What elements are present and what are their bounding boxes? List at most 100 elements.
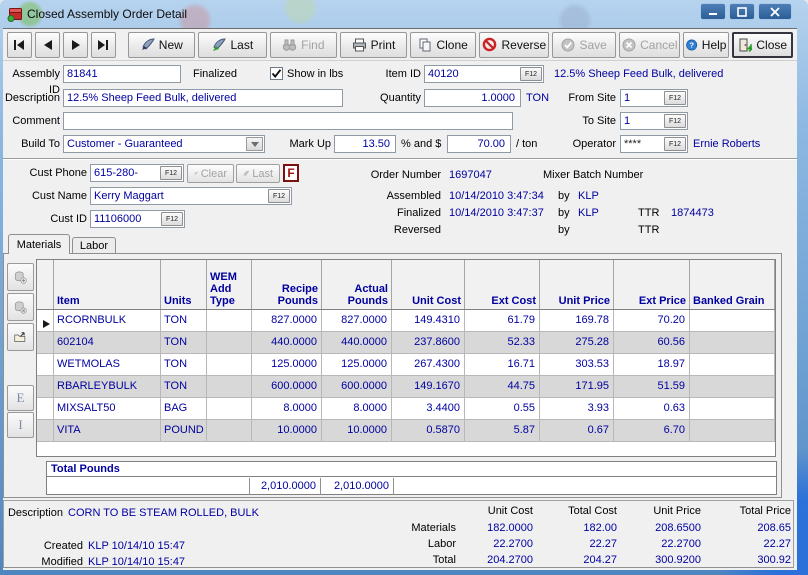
grid-cell[interactable]: 125.0000 (252, 354, 322, 376)
find-button[interactable]: Find (270, 32, 338, 58)
grid-cell[interactable]: 440.0000 (252, 332, 322, 354)
grid-cell[interactable] (207, 420, 252, 442)
grid-cell[interactable] (690, 420, 775, 442)
comment-field[interactable] (63, 112, 513, 130)
grid-cell[interactable]: 600.0000 (322, 376, 392, 398)
e-button[interactable]: E (7, 385, 34, 411)
grid-cell[interactable]: MIXSALT50 (54, 398, 161, 420)
grid-cell[interactable]: 3.4400 (392, 398, 465, 420)
grid-cell[interactable]: POUND (161, 420, 207, 442)
column-header[interactable]: Ext Cost (465, 260, 540, 309)
delete-record-button[interactable] (7, 293, 34, 321)
to-site-field[interactable]: 1 F12 (620, 112, 688, 130)
nav-next-button[interactable] (63, 32, 88, 58)
item-id-f12-button[interactable]: F12 (520, 67, 542, 81)
operator-field[interactable]: **** F12 (620, 135, 688, 153)
last-button[interactable]: Last (198, 32, 266, 58)
grid-cell[interactable] (207, 310, 252, 332)
grid-cell[interactable] (690, 376, 775, 398)
grid-cell[interactable]: 0.5870 (392, 420, 465, 442)
from-site-f12-button[interactable]: F12 (664, 91, 686, 105)
column-header[interactable]: Recipe Pounds (252, 260, 322, 309)
dropdown-button[interactable] (246, 137, 263, 151)
nav-first-button[interactable] (7, 32, 32, 58)
grid-row[interactable]: VITAPOUND10.000010.00000.58705.870.676.7… (37, 420, 775, 442)
from-site-field[interactable]: 1 F12 (620, 89, 688, 107)
grid-cell[interactable] (690, 398, 775, 420)
grid-cell[interactable]: 149.4310 (392, 310, 465, 332)
grid-cell[interactable]: 18.97 (614, 354, 690, 376)
row-selector-cell[interactable] (37, 332, 54, 354)
cancel-button[interactable]: Cancel (619, 32, 680, 58)
clear-button[interactable]: Clear (187, 164, 234, 183)
maximize-button[interactable] (729, 3, 755, 20)
minimize-button[interactable] (700, 3, 726, 20)
assembly-id-field[interactable]: 81841 (63, 65, 181, 83)
cust-name-f12-button[interactable]: F12 (268, 189, 290, 203)
column-header[interactable]: WEM Add Type (207, 260, 252, 309)
new-button[interactable]: New (128, 32, 196, 58)
row-selector-cell[interactable] (37, 376, 54, 398)
grid-cell[interactable]: 70.20 (614, 310, 690, 332)
grid-cell[interactable] (690, 332, 775, 354)
grid-cell[interactable]: RCORNBULK (54, 310, 161, 332)
f-flag-button[interactable]: F (283, 164, 299, 182)
close-window-button[interactable] (758, 3, 792, 20)
grid-cell[interactable] (207, 376, 252, 398)
grid-cell[interactable] (207, 398, 252, 420)
grid-cell[interactable]: 52.33 (465, 332, 540, 354)
grid-cell[interactable]: 169.78 (540, 310, 614, 332)
grid-cell[interactable] (207, 354, 252, 376)
cust-phone-f12-button[interactable]: F12 (160, 166, 182, 180)
row-selector-cell[interactable] (37, 420, 54, 442)
grid-row[interactable]: MIXSALT50BAG8.00008.00003.44000.553.930.… (37, 398, 775, 420)
mark-up-percent-field[interactable]: 13.50 (334, 135, 396, 153)
cust-id-f12-button[interactable]: F12 (161, 212, 183, 226)
grid-cell[interactable]: 61.79 (465, 310, 540, 332)
grid-cell[interactable]: 171.95 (540, 376, 614, 398)
grid-cell[interactable]: 602104 (54, 332, 161, 354)
i-button[interactable]: I (7, 412, 34, 438)
column-header[interactable]: Unit Cost (392, 260, 465, 309)
grid-cell[interactable]: TON (161, 376, 207, 398)
column-header[interactable]: Banked Grain (690, 260, 775, 309)
cust-phone-field[interactable]: 615-280-5112 F12 (90, 164, 184, 182)
grid-row[interactable]: RCORNBULKTON827.0000827.0000149.431061.7… (37, 310, 775, 332)
mark-up-amount-field[interactable]: 70.00 (447, 135, 511, 153)
save-button[interactable]: Save (552, 32, 616, 58)
grid-cell[interactable]: 44.75 (465, 376, 540, 398)
grid-cell[interactable]: WETMOLAS (54, 354, 161, 376)
nav-last-button[interactable] (91, 32, 116, 58)
grid-cell[interactable]: 10.0000 (252, 420, 322, 442)
grid-row[interactable]: RBARLEYBULKTON600.0000600.0000149.167044… (37, 376, 775, 398)
item-id-field[interactable]: 40120 F12 (424, 65, 544, 83)
grid-cell[interactable]: 125.0000 (322, 354, 392, 376)
grid-cell[interactable]: BAG (161, 398, 207, 420)
grid-cell[interactable]: 5.87 (465, 420, 540, 442)
description-field[interactable]: 12.5% Sheep Feed Bulk, delivered (63, 89, 343, 107)
grid-cell[interactable] (690, 354, 775, 376)
build-to-dropdown[interactable]: Customer - Guaranteed (63, 135, 265, 153)
column-header[interactable]: Item (54, 260, 161, 309)
grid-cell[interactable]: RBARLEYBULK (54, 376, 161, 398)
row-selector-cell[interactable] (37, 398, 54, 420)
print-button[interactable]: Print (340, 32, 407, 58)
grid-cell[interactable]: VITA (54, 420, 161, 442)
quantity-field[interactable]: 1.0000 (424, 89, 521, 107)
cust-last-button[interactable]: Last (236, 164, 280, 183)
column-header[interactable]: Actual Pounds (322, 260, 392, 309)
cust-id-field[interactable]: 11106000 F12 (90, 210, 185, 228)
grid-cell[interactable]: 8.0000 (252, 398, 322, 420)
grid-cell[interactable]: 0.63 (614, 398, 690, 420)
row-selector-cell[interactable] (37, 310, 54, 332)
grid-cell[interactable]: 827.0000 (322, 310, 392, 332)
nav-prev-button[interactable] (35, 32, 60, 58)
operator-f12-button[interactable]: F12 (664, 137, 686, 151)
close-button[interactable]: Close (732, 32, 793, 58)
help-button[interactable]: ? Help (683, 32, 729, 58)
grid-cell[interactable]: 237.8600 (392, 332, 465, 354)
grid-row[interactable]: 602104TON440.0000440.0000237.860052.3327… (37, 332, 775, 354)
grid-cell[interactable]: 51.59 (614, 376, 690, 398)
to-site-f12-button[interactable]: F12 (664, 114, 686, 128)
grid-cell[interactable] (690, 310, 775, 332)
